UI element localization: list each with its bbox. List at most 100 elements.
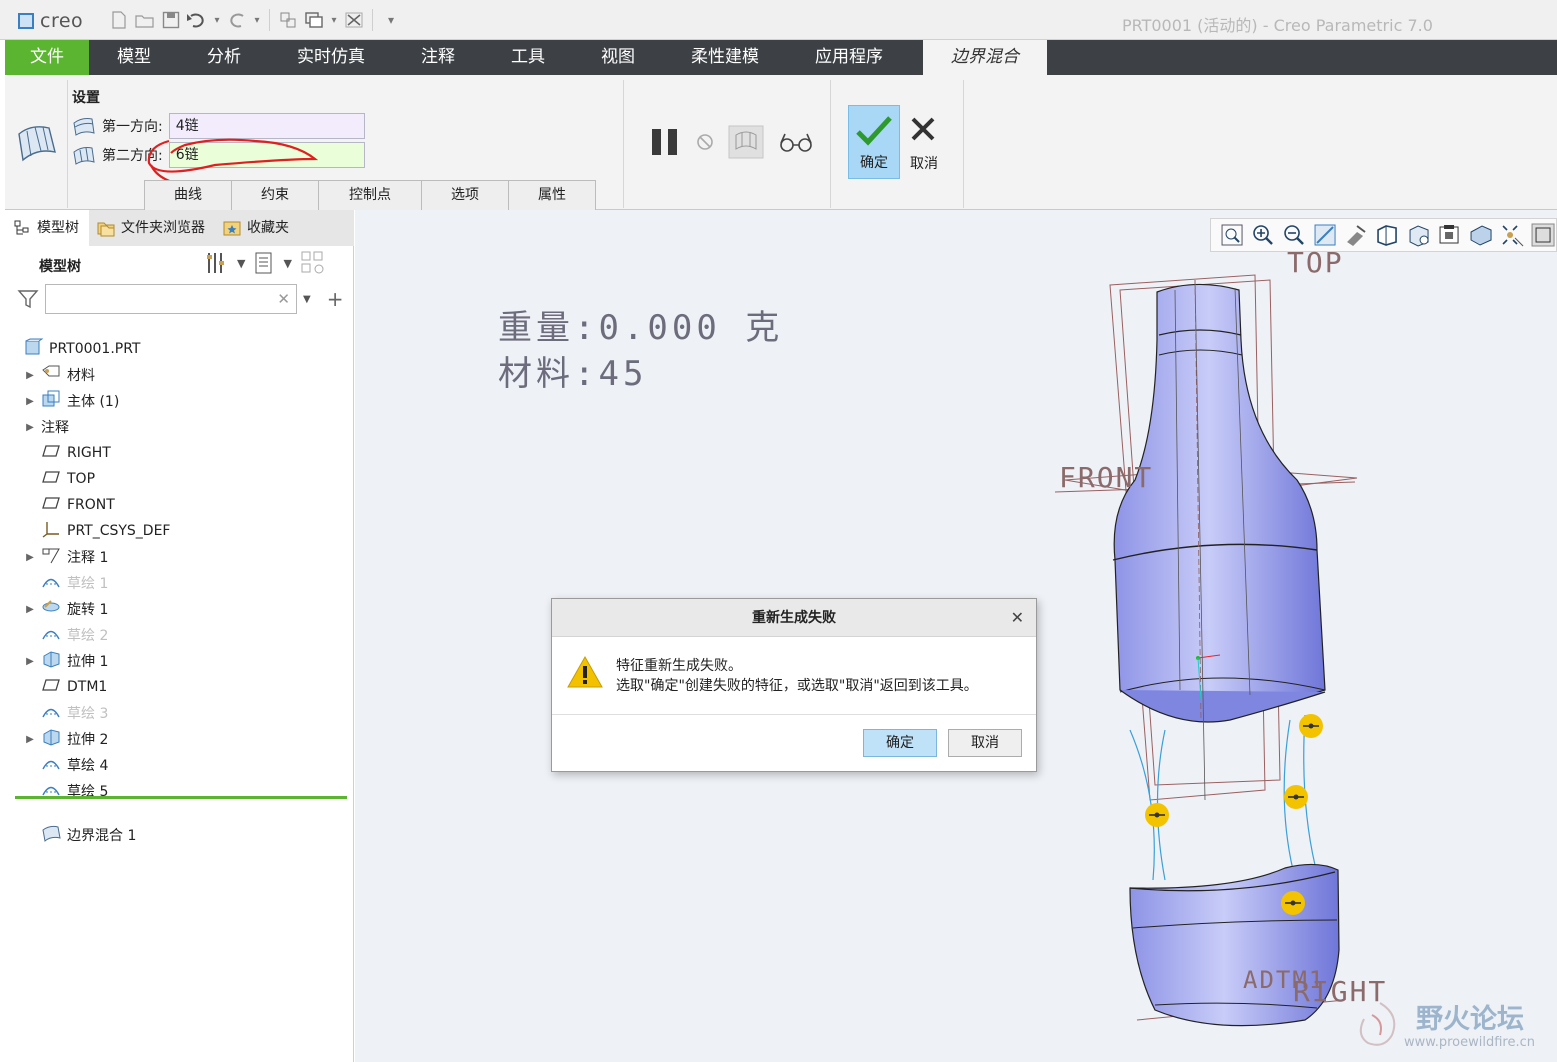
folder-browser-icon (97, 222, 115, 237)
dialog-close-icon[interactable]: ✕ (1011, 599, 1024, 637)
tree-node[interactable]: 草绘 1 (23, 570, 108, 596)
reorient-icon[interactable] (1343, 222, 1369, 248)
tree-node[interactable]: PRT0001.PRT (5, 336, 141, 362)
close-window-icon[interactable] (343, 9, 365, 31)
navtab-favorites[interactable]: 收藏夹 (215, 210, 299, 246)
tab-tools[interactable]: 工具 (483, 40, 573, 75)
tree-node[interactable]: 草绘 2 (23, 622, 108, 648)
tree-search-input[interactable]: ✕ (45, 284, 297, 314)
search-dropdown-icon[interactable]: ▼ (303, 294, 311, 305)
confirm-button[interactable]: 确定 (848, 105, 900, 179)
tree-expand-arrow-icon[interactable]: ▶ (23, 552, 37, 563)
tree-node[interactable]: 草绘 4 (23, 752, 108, 778)
tree-node[interactable]: ▶ 旋转 1 (23, 596, 108, 622)
subtab-constraints[interactable]: 约束 (231, 180, 319, 210)
tab-view[interactable]: 视图 (573, 40, 663, 75)
navtab-model-tree[interactable]: 模型树 (5, 210, 89, 246)
tree-expand-arrow-icon[interactable]: ▶ (23, 396, 37, 407)
tree-node[interactable]: 草绘 5 (23, 778, 108, 804)
navigator-tabs: 模型树 文件夹浏览器 收藏夹 (5, 210, 354, 246)
subtab-curves[interactable]: 曲线 (144, 180, 232, 210)
tree-node[interactable]: 边界混合 1 (23, 822, 136, 848)
pause-icon[interactable] (650, 127, 682, 157)
redo-icon[interactable] (226, 9, 248, 31)
verify-glasses-icon[interactable] (778, 130, 814, 154)
tree-node[interactable]: DTM1 (23, 674, 107, 700)
tree-expand-arrow-icon[interactable]: ▶ (23, 422, 37, 433)
annotation-display-icon[interactable] (1530, 222, 1556, 248)
drag-handle[interactable] (1145, 803, 1169, 827)
new-icon[interactable] (108, 9, 130, 31)
drag-handle[interactable] (1284, 785, 1308, 809)
customize-icon[interactable]: ▾ (380, 9, 402, 31)
second-direction-icon (73, 147, 95, 165)
datum-plane-icon (37, 442, 67, 464)
tab-model[interactable]: 模型 (89, 40, 179, 75)
no-preview-icon[interactable] (696, 133, 714, 151)
subtab-options[interactable]: 选项 (421, 180, 509, 210)
insert-here-indicator[interactable] (15, 796, 347, 799)
perspective-view-icon[interactable] (1468, 222, 1494, 248)
material-icon (37, 364, 67, 386)
tree-node[interactable]: ▶ 注释 1 (23, 544, 108, 570)
subtab-control-points[interactable]: 控制点 (318, 180, 422, 210)
cancel-button[interactable]: 取消 (903, 105, 945, 179)
zoom-out-icon[interactable] (1281, 222, 1307, 248)
bottle-model[interactable] (1055, 260, 1475, 1040)
windows-icon[interactable] (303, 9, 325, 31)
zoom-in-icon[interactable] (1250, 222, 1276, 248)
tree-node[interactable]: RIGHT (23, 440, 111, 466)
saved-orientations-icon[interactable] (1406, 222, 1432, 248)
tree-show-dropdown-icon[interactable]: ▼ (283, 257, 291, 270)
undo-icon[interactable] (186, 9, 208, 31)
navtab-folder-browser[interactable]: 文件夹浏览器 (89, 210, 215, 246)
filter-funnel-icon[interactable] (17, 288, 39, 310)
redo-dropdown-icon[interactable]: ▾ (252, 9, 262, 31)
regenerate-icon[interactable] (277, 9, 299, 31)
drag-handle[interactable] (1281, 891, 1305, 915)
tree-settings-icon[interactable] (205, 251, 229, 275)
geometry-preview-icon[interactable] (728, 125, 764, 159)
tree-node[interactable]: FRONT (23, 492, 115, 518)
cancel-button-label: 取消 (910, 156, 938, 172)
tree-expand-arrow-icon[interactable]: ▶ (23, 604, 37, 615)
tree-node[interactable]: ▶ 注释 (23, 414, 69, 440)
tab-annotate[interactable]: 注释 (393, 40, 483, 75)
save-icon[interactable] (160, 9, 182, 31)
tab-live-simulation[interactable]: 实时仿真 (269, 40, 393, 75)
tree-node[interactable]: ▶ 拉伸 2 (23, 726, 108, 752)
tab-boundary-blend[interactable]: 边界混合 (923, 40, 1047, 75)
repaint-icon[interactable] (1312, 222, 1338, 248)
add-filter-icon[interactable]: + (327, 287, 344, 311)
open-icon[interactable] (134, 9, 156, 31)
display-style-icon[interactable] (1374, 222, 1400, 248)
view-manager-icon[interactable] (1437, 222, 1463, 248)
tree-node[interactable]: ▶ 主体 (1) (23, 388, 119, 414)
windows-dropdown-icon[interactable]: ▾ (329, 9, 339, 31)
tab-analysis[interactable]: 分析 (179, 40, 269, 75)
dialog-message-line2: 选取"确定"创建失败的特征，或选取"取消"返回到该工具。 (616, 678, 978, 694)
tree-node-label: 拉伸 1 (67, 654, 109, 670)
datum-display-icon[interactable] (1499, 222, 1525, 248)
tree-expand-arrow-icon[interactable]: ▶ (23, 734, 37, 745)
tree-filter-columns-icon[interactable] (300, 250, 326, 276)
tree-expand-arrow-icon[interactable]: ▶ (23, 370, 37, 381)
tab-file[interactable]: 文件 (5, 40, 89, 75)
tree-expand-arrow-icon[interactable]: ▶ (23, 656, 37, 667)
refit-icon[interactable] (1219, 222, 1245, 248)
tree-node[interactable]: PRT_CSYS_DEF (23, 518, 170, 544)
tab-flexible-modeling[interactable]: 柔性建模 (663, 40, 787, 75)
clear-search-icon[interactable]: ✕ (277, 290, 290, 308)
tab-applications[interactable]: 应用程序 (787, 40, 911, 75)
dialog-ok-button[interactable]: 确定 (863, 729, 937, 757)
tree-settings-dropdown-icon[interactable]: ▼ (237, 257, 245, 270)
tree-node[interactable]: ▶ 材料 (23, 362, 95, 388)
undo-dropdown-icon[interactable]: ▾ (212, 9, 222, 31)
subtab-properties[interactable]: 属性 (508, 180, 596, 210)
tree-node[interactable]: ▶ 拉伸 1 (23, 648, 108, 674)
tree-node[interactable]: TOP (23, 466, 95, 492)
tree-node[interactable]: 草绘 3 (23, 700, 108, 726)
dialog-cancel-button[interactable]: 取消 (948, 729, 1022, 757)
tree-show-icon[interactable] (253, 251, 275, 275)
drag-handle[interactable] (1299, 714, 1323, 738)
